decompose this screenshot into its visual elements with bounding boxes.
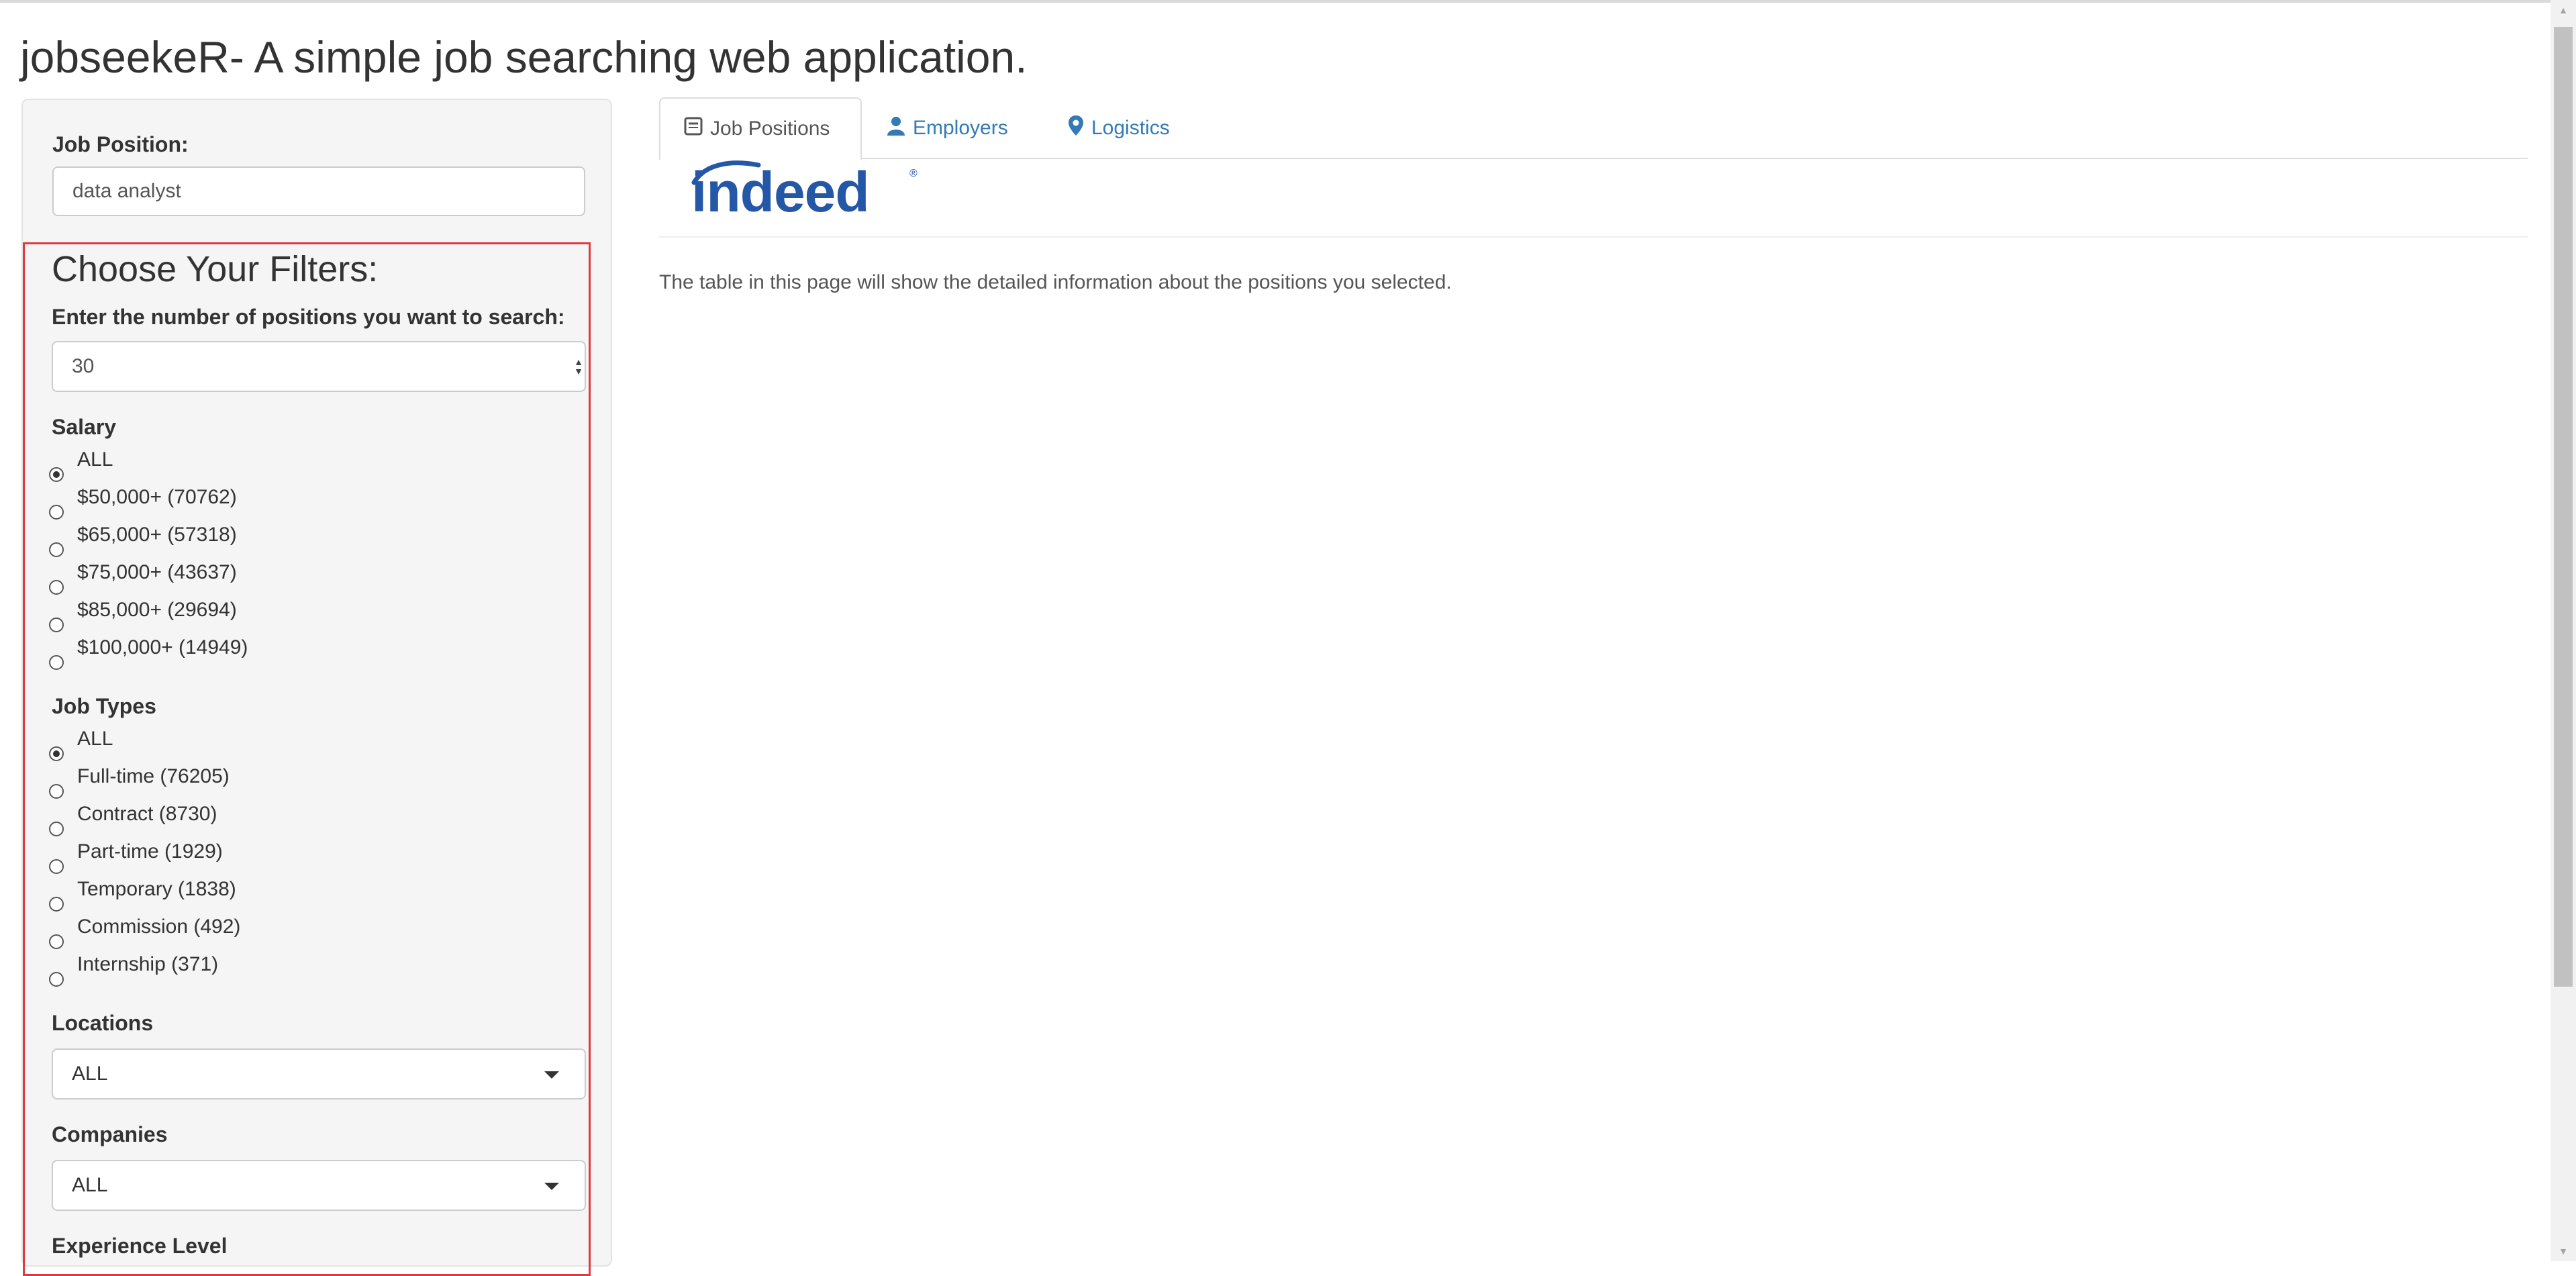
radio-button[interactable]	[49, 655, 64, 670]
radio-button[interactable]	[49, 746, 64, 761]
radio-option[interactable]: Contract (8730)	[49, 803, 217, 838]
radio-option[interactable]: Commission (492)	[49, 916, 240, 950]
registered-mark: ®	[909, 168, 918, 179]
companies-selected-value: ALL	[72, 1174, 108, 1196]
list-alt-icon	[683, 116, 703, 142]
radio-option[interactable]: $75,000+ (43637)	[49, 561, 237, 596]
radio-label: ALL	[77, 448, 113, 471]
chevron-down-icon	[544, 1071, 559, 1079]
locations-select[interactable]: ALL	[52, 1048, 586, 1099]
num-positions-field: ▲ ▼	[52, 341, 586, 392]
tab-employers[interactable]: Employers	[886, 97, 1008, 159]
radio-label: $100,000+ (14949)	[77, 636, 248, 658]
chevron-down-icon	[544, 1183, 559, 1190]
radio-button[interactable]	[49, 897, 64, 912]
tab-label: Logistics	[1091, 117, 1170, 139]
job-types-label: Job Types	[52, 694, 156, 718]
radio-label: Commission (492)	[77, 916, 241, 938]
indeed-swoosh-icon	[691, 160, 761, 185]
radio-button[interactable]	[49, 542, 64, 557]
tab-job-positions[interactable]: Job Positions	[659, 97, 862, 160]
salary-label: Salary	[52, 415, 117, 439]
radio-label: Internship (371)	[77, 953, 219, 975]
filters-heading: Choose Your Filters:	[52, 249, 379, 289]
scroll-thumb[interactable]	[2554, 27, 2573, 987]
radio-label: Part-time (1929)	[77, 840, 223, 863]
tab-label: Job Positions	[710, 117, 830, 140]
radio-option[interactable]: ALL	[49, 448, 113, 483]
radio-option[interactable]: $85,000+ (29694)	[49, 599, 237, 634]
spinner-up-icon[interactable]: ▲	[574, 357, 583, 366]
radio-label: Contract (8730)	[77, 803, 217, 825]
experience-level-label: Experience Level	[52, 1234, 228, 1258]
divider	[659, 236, 2528, 238]
page-description: The table in this page will show the det…	[659, 271, 1452, 293]
user-icon	[886, 115, 906, 141]
radio-option[interactable]: $50,000+ (70762)	[49, 486, 237, 521]
radio-button[interactable]	[49, 859, 64, 874]
radio-label: $75,000+ (43637)	[77, 561, 237, 583]
radio-option[interactable]: ALL	[49, 728, 113, 763]
radio-button[interactable]	[49, 618, 64, 632]
radio-option[interactable]: Part-time (1929)	[49, 840, 223, 875]
scroll-up-icon[interactable]: ▲	[2550, 0, 2576, 20]
spinner-down-icon[interactable]: ▼	[574, 366, 583, 376]
num-positions-input[interactable]	[52, 341, 586, 392]
radio-button[interactable]	[49, 784, 64, 799]
radio-option[interactable]: Temporary (1838)	[49, 878, 236, 913]
filters-panel: Choose Your Filters: Enter the number of…	[23, 242, 591, 1276]
map-marker-icon	[1067, 115, 1085, 142]
radio-label: Temporary (1838)	[77, 878, 236, 900]
radio-label: ALL	[77, 728, 113, 750]
vertical-scrollbar[interactable]: ▲ ▼	[2550, 0, 2576, 1261]
radio-label: $65,000+ (57318)	[77, 524, 237, 546]
tab-logistics[interactable]: Logistics	[1067, 97, 1170, 159]
tab-label: Employers	[913, 117, 1008, 139]
sidebar-panel: Job Position: Choose Your Filters: Enter…	[21, 99, 612, 1276]
companies-select[interactable]: ALL	[52, 1160, 586, 1211]
top-border	[0, 0, 2576, 3]
radio-button[interactable]	[49, 822, 64, 836]
page-title: jobseekeR- A simple job searching web ap…	[20, 32, 1028, 82]
radio-label: $85,000+ (29694)	[77, 599, 237, 621]
radio-option[interactable]: Full-time (76205)	[49, 765, 230, 800]
radio-button[interactable]	[49, 934, 64, 949]
num-positions-label: Enter the number of positions you want t…	[52, 305, 565, 329]
radio-label: $50,000+ (70762)	[77, 486, 237, 508]
radio-button[interactable]	[49, 505, 64, 520]
radio-option[interactable]: $100,000+ (14949)	[49, 636, 248, 671]
locations-selected-value: ALL	[72, 1063, 108, 1085]
radio-button[interactable]	[49, 580, 64, 595]
number-spinner[interactable]: ▲ ▼	[573, 342, 585, 391]
scroll-down-icon[interactable]: ▼	[2550, 1241, 2576, 1261]
radio-label: Full-time (76205)	[77, 765, 230, 787]
job-position-input[interactable]	[52, 166, 585, 216]
locations-label: Locations	[52, 1011, 154, 1035]
radio-option[interactable]: $65,000+ (57318)	[49, 524, 237, 558]
radio-button[interactable]	[49, 467, 64, 482]
tab-bar: Job Positions Employers Logistics	[659, 97, 2528, 160]
companies-label: Companies	[52, 1122, 168, 1146]
job-position-label: Job Position:	[52, 132, 189, 156]
radio-option[interactable]: Internship (371)	[49, 953, 218, 988]
radio-button[interactable]	[49, 972, 64, 987]
